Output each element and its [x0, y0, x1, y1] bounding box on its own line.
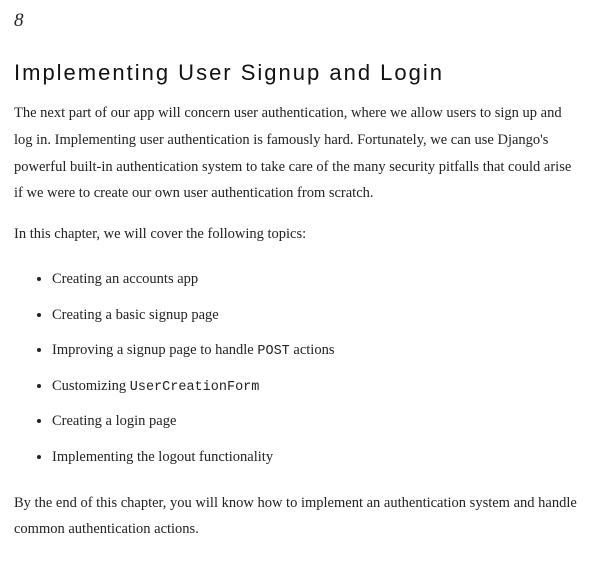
- outro-paragraph: By the end of this chapter, you will kno…: [14, 490, 581, 544]
- list-item: Improving a signup page to handle POST a…: [52, 333, 581, 369]
- topic-text: Implementing the logout functionality: [52, 449, 273, 465]
- topic-text: Creating a login page: [52, 413, 176, 429]
- topic-code: UserCreationForm: [130, 380, 260, 395]
- list-item: Customizing UserCreationForm: [52, 369, 581, 405]
- chapter-number: 8: [14, 10, 581, 32]
- chapter-title: Implementing User Signup and Login: [14, 60, 581, 86]
- topic-text: Improving a signup page to handle: [52, 342, 257, 358]
- topic-code: POST: [257, 344, 289, 359]
- topic-text: Creating an accounts app: [52, 271, 198, 287]
- topics-list: Creating an accounts app Creating a basi…: [14, 262, 581, 476]
- list-item: Creating a login page: [52, 404, 581, 440]
- list-item: Implementing the logout functionality: [52, 440, 581, 476]
- topics-intro: In this chapter, we will cover the follo…: [14, 221, 581, 248]
- intro-paragraph: The next part of our app will concern us…: [14, 100, 581, 207]
- list-item: Creating a basic signup page: [52, 298, 581, 334]
- page: 8 Implementing User Signup and Login The…: [0, 0, 595, 577]
- topic-text-post: actions: [290, 342, 335, 358]
- topic-text: Creating a basic signup page: [52, 307, 219, 323]
- topic-text: Customizing: [52, 378, 130, 394]
- list-item: Creating an accounts app: [52, 262, 581, 298]
